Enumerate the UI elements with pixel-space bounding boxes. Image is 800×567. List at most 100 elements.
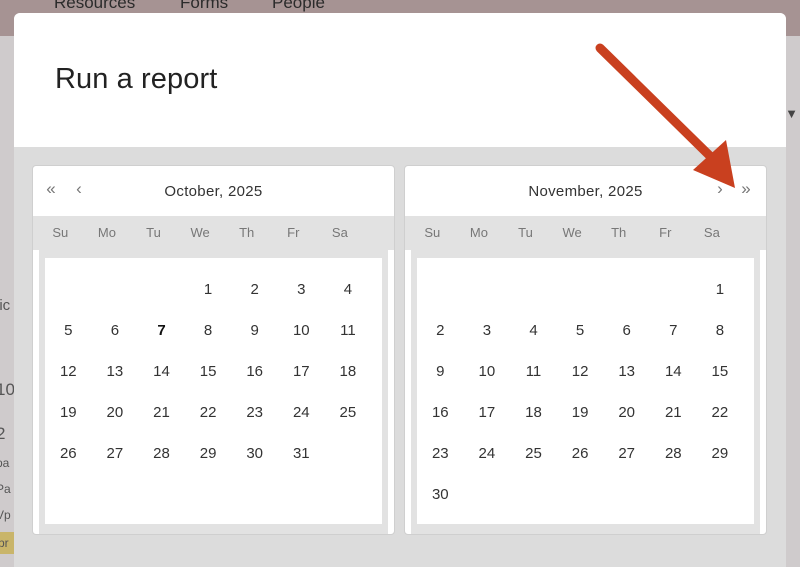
day-cell[interactable]: 21 (650, 392, 697, 433)
next-year-icon[interactable]: » (736, 178, 756, 200)
day-grid: 1 2 3 4 5 6 7 8 9 10 11 12 13 14 15 16 17 18 19 20 21 22 23 24 2… (417, 258, 754, 524)
weekday-label: We (190, 225, 210, 240)
weekday-label: We (562, 225, 582, 240)
day-cell[interactable]: 10 (278, 310, 325, 351)
backdrop-status-chip: pr (0, 532, 14, 554)
day-cell[interactable]: 14 (650, 351, 697, 392)
day-cell[interactable]: 22 (185, 392, 232, 433)
nav-item-resources[interactable]: Resources (54, 0, 135, 13)
backdrop-fragment: 10 (0, 380, 15, 399)
day-cell[interactable]: 26 (45, 433, 92, 474)
day-cell[interactable]: 20 (92, 392, 139, 433)
weekday-label: Tu (146, 225, 161, 240)
day-cell[interactable]: 18 (510, 392, 557, 433)
day-cell[interactable]: 1 (185, 269, 232, 310)
day-cell[interactable]: 24 (464, 433, 511, 474)
day-cell[interactable]: 6 (92, 310, 139, 351)
day-cell[interactable]: 21 (138, 392, 185, 433)
day-cell[interactable]: 8 (697, 310, 744, 351)
day-cell[interactable]: 7 (650, 310, 697, 351)
weekday-label: Th (611, 225, 627, 240)
day-cell[interactable]: 24 (278, 392, 325, 433)
backdrop-fragment: Vp (0, 508, 11, 522)
day-cell[interactable]: 27 (92, 433, 139, 474)
backdrop-fragment: pr (0, 536, 9, 550)
day-cell[interactable]: 23 (231, 392, 278, 433)
day-cell[interactable]: 9 (417, 351, 464, 392)
day-cell[interactable]: 17 (278, 351, 325, 392)
day-cell[interactable]: 19 (45, 392, 92, 433)
day-cell[interactable]: 28 (650, 433, 697, 474)
calendar-header: « ‹ October, 2025 (33, 166, 394, 216)
day-cell[interactable]: 13 (92, 351, 139, 392)
day-cell[interactable]: 23 (417, 433, 464, 474)
nav-item-forms[interactable]: Forms (180, 0, 228, 13)
day-cell[interactable]: 30 (231, 433, 278, 474)
weekday-label: Tu (518, 225, 533, 240)
day-cell-today[interactable]: 7 (138, 310, 185, 351)
day-cell[interactable]: 29 (697, 433, 744, 474)
day-grid: 1 2 3 4 5 6 7 8 9 10 11 12 13 14 15 16 17 18 19 20 21 22 23 24 2… (45, 258, 382, 524)
weekday-label: Sa (331, 225, 348, 240)
weekday-label: Sa (703, 225, 720, 240)
day-cell[interactable]: 16 (231, 351, 278, 392)
nav-item-people[interactable]: People (272, 0, 325, 13)
day-cell[interactable]: 20 (603, 392, 650, 433)
day-cell[interactable]: 18 (325, 351, 372, 392)
day-cell[interactable]: 15 (697, 351, 744, 392)
day-grid-frame: 1 2 3 4 5 6 7 8 9 10 11 12 13 14 15 16 17 18 19 20 21 22 23 24 2… (39, 250, 388, 534)
day-cell[interactable]: 26 (557, 433, 604, 474)
day-cell[interactable]: 12 (45, 351, 92, 392)
weekday-label: Mo (97, 225, 116, 240)
day-cell[interactable]: 27 (603, 433, 650, 474)
day-cell[interactable]: 11 (510, 351, 557, 392)
day-cell[interactable]: 22 (697, 392, 744, 433)
day-cell[interactable]: 10 (464, 351, 511, 392)
backdrop-right-strip: ▼ (785, 36, 800, 567)
backdrop-fragment: lic (0, 297, 11, 314)
day-cell[interactable]: 1 (697, 269, 744, 310)
day-cell[interactable]: 29 (185, 433, 232, 474)
day-cell[interactable]: 16 (417, 392, 464, 433)
day-cell[interactable]: 4 (510, 310, 557, 351)
weekday-label: Th (239, 225, 255, 240)
weekday-label: Fr (287, 225, 300, 240)
next-month-icon[interactable]: › (710, 178, 730, 200)
report-modal: Run a report « ‹ October, 2025 Su Mo Tu We T… (14, 13, 786, 567)
day-cell[interactable]: 4 (325, 269, 372, 310)
month-label: October, 2025 (164, 183, 263, 200)
day-cell[interactable]: 8 (185, 310, 232, 351)
backdrop-fragment: Pa (0, 482, 11, 496)
day-cell[interactable]: 2 (231, 269, 278, 310)
day-cell[interactable]: 19 (557, 392, 604, 433)
backdrop-fragment: 2 (0, 424, 6, 443)
modal-title: Run a report (55, 63, 218, 95)
day-cell[interactable]: 15 (185, 351, 232, 392)
chevron-down-icon: ▼ (785, 106, 798, 121)
day-grid-frame: 1 2 3 4 5 6 7 8 9 10 11 12 13 14 15 16 17 18 19 20 21 22 23 24 2… (411, 250, 760, 534)
day-cell[interactable]: 25 (510, 433, 557, 474)
day-cell[interactable]: 31 (278, 433, 325, 474)
calendar-october: « ‹ October, 2025 Su Mo Tu We Th Fr Sa 1234567… (32, 165, 395, 535)
day-cell[interactable]: 9 (231, 310, 278, 351)
weekday-label: Mo (469, 225, 488, 240)
day-cell[interactable]: 17 (464, 392, 511, 433)
day-cell[interactable]: 11 (325, 310, 372, 351)
day-cell[interactable]: 5 (557, 310, 604, 351)
day-cell[interactable]: 2 (417, 310, 464, 351)
day-cell[interactable]: 25 (325, 392, 372, 433)
day-cell[interactable]: 3 (464, 310, 511, 351)
weekday-row: Su Mo Tu We Th Fr Sa (33, 216, 394, 250)
day-cell[interactable]: 3 (278, 269, 325, 310)
day-cell[interactable]: 5 (45, 310, 92, 351)
day-cell[interactable]: 28 (138, 433, 185, 474)
day-cell[interactable]: 30 (417, 474, 464, 515)
day-cell[interactable]: 6 (603, 310, 650, 351)
day-cell[interactable]: 14 (138, 351, 185, 392)
weekday-label: Su (424, 225, 441, 240)
calendar-header: November, 2025 › » (405, 166, 766, 216)
day-cell[interactable]: 13 (603, 351, 650, 392)
day-cell[interactable]: 12 (557, 351, 604, 392)
backdrop-left-strip: lic 10 2 pa Pa Vp (0, 36, 15, 567)
weekday-label: Fr (659, 225, 672, 240)
